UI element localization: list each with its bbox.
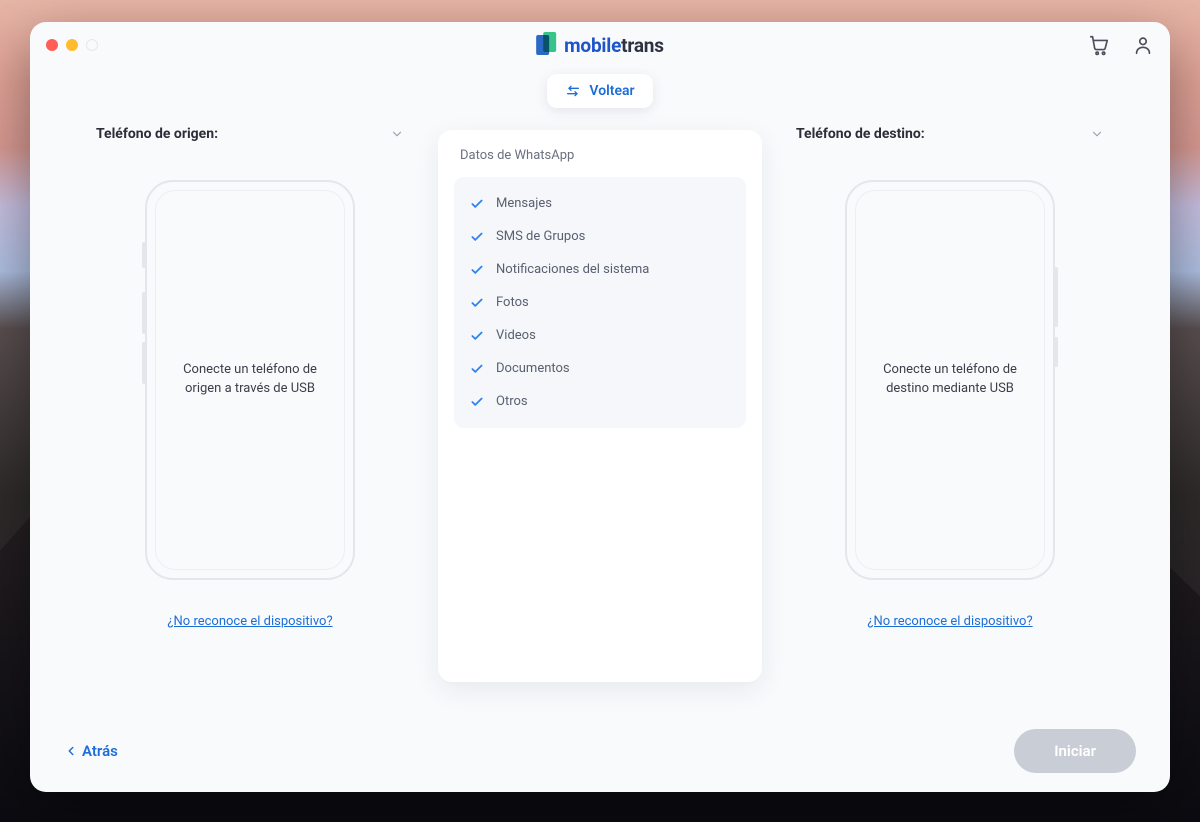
- check-icon: [470, 395, 484, 409]
- minimize-window-button[interactable]: [66, 39, 78, 51]
- data-item-label: SMS de Grupos: [496, 229, 585, 244]
- data-item-label: Documentos: [496, 361, 570, 376]
- data-list: Mensajes SMS de Grupos Notificaciones de…: [454, 177, 746, 428]
- data-item-fotos[interactable]: Fotos: [466, 286, 734, 319]
- destination-panel: Teléfono de destino: Conecte un teléfono…: [790, 126, 1110, 710]
- data-item-label: Otros: [496, 394, 528, 409]
- check-icon: [470, 197, 484, 211]
- source-phone-placeholder: Conecte un teléfono de origen a través d…: [145, 180, 355, 580]
- brand-name-part2: trans: [621, 34, 664, 57]
- data-item-documentos[interactable]: Documentos: [466, 352, 734, 385]
- data-item-sms-grupos[interactable]: SMS de Grupos: [466, 220, 734, 253]
- brand-logo-icon: [536, 32, 556, 58]
- destination-phone-prompt: Conecte un teléfono de destino mediante …: [876, 361, 1024, 399]
- check-icon: [470, 296, 484, 310]
- close-window-button[interactable]: [46, 39, 58, 51]
- chevron-down-icon: [1090, 127, 1104, 141]
- flip-button-label: Voltear: [589, 83, 634, 99]
- brand-name-part1: mobile: [564, 34, 621, 57]
- data-item-videos[interactable]: Videos: [466, 319, 734, 352]
- data-panel-title: Datos de WhatsApp: [446, 148, 754, 169]
- check-icon: [470, 230, 484, 244]
- data-item-label: Mensajes: [496, 196, 552, 211]
- main-content: Teléfono de origen: Conecte un teléfono …: [30, 116, 1170, 710]
- swap-icon: [565, 83, 581, 99]
- data-panel: Datos de WhatsApp Mensajes SMS de Grupos…: [438, 130, 762, 682]
- back-button-label: Atrás: [82, 742, 118, 760]
- data-item-label: Fotos: [496, 295, 529, 310]
- maximize-window-button[interactable]: [86, 39, 98, 51]
- cart-icon[interactable]: [1088, 34, 1110, 56]
- destination-phone-placeholder: Conecte un teléfono de destino mediante …: [845, 180, 1055, 580]
- source-phone-prompt: Conecte un teléfono de origen a través d…: [176, 361, 324, 399]
- destination-help-link[interactable]: ¿No reconoce el dispositivo?: [867, 614, 1032, 629]
- check-icon: [470, 263, 484, 277]
- data-item-notificaciones[interactable]: Notificaciones del sistema: [466, 253, 734, 286]
- source-help-link[interactable]: ¿No reconoce el dispositivo?: [167, 614, 332, 629]
- destination-dropdown-toggle[interactable]: [1090, 127, 1104, 141]
- user-icon[interactable]: [1132, 34, 1154, 56]
- chevron-down-icon: [390, 127, 404, 141]
- footer: Atrás Iniciar: [30, 710, 1170, 792]
- data-item-label: Notificaciones del sistema: [496, 262, 649, 277]
- data-item-otros[interactable]: Otros: [466, 385, 734, 418]
- destination-title: Teléfono de destino:: [796, 126, 925, 142]
- start-button[interactable]: Iniciar: [1014, 729, 1136, 773]
- source-title: Teléfono de origen:: [96, 126, 218, 142]
- source-panel: Teléfono de origen: Conecte un teléfono …: [90, 126, 410, 710]
- data-item-mensajes[interactable]: Mensajes: [466, 187, 734, 220]
- brand-name: mobiletrans: [564, 34, 664, 57]
- check-icon: [470, 329, 484, 343]
- start-button-label: Iniciar: [1054, 742, 1096, 760]
- flip-button[interactable]: Voltear: [547, 74, 652, 108]
- titlebar: mobiletrans: [30, 22, 1170, 68]
- chevron-left-icon: [64, 744, 78, 758]
- window-controls: [46, 39, 98, 51]
- app-window: mobiletrans Voltear: [30, 22, 1170, 792]
- app-brand: mobiletrans: [536, 32, 664, 58]
- source-dropdown-toggle[interactable]: [390, 127, 404, 141]
- back-button[interactable]: Atrás: [64, 742, 118, 760]
- check-icon: [470, 362, 484, 376]
- desktop-wallpaper: mobiletrans Voltear: [0, 0, 1200, 822]
- data-item-label: Videos: [496, 328, 536, 343]
